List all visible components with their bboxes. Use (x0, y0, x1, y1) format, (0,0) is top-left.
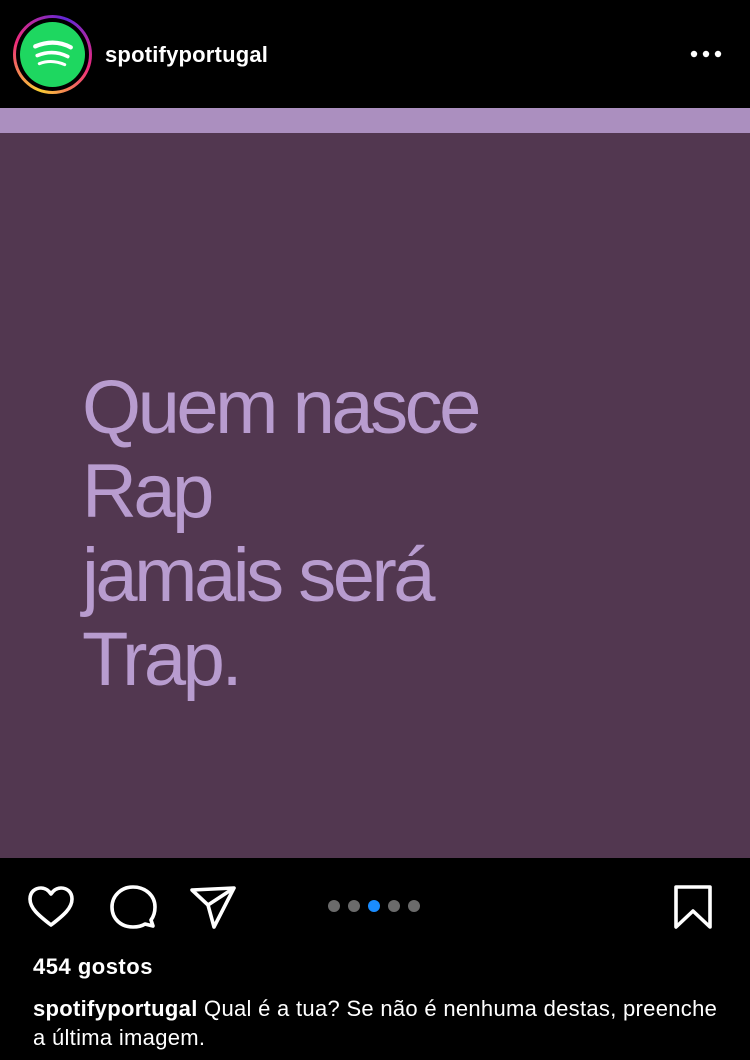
more-options-icon[interactable] (688, 42, 724, 66)
avatar[interactable] (13, 15, 92, 94)
bookmark-icon[interactable] (668, 882, 718, 932)
carousel-dot-active (368, 900, 380, 912)
post-text-line: Quem nasce (82, 365, 481, 450)
likes-count[interactable]: 454 gostos (33, 954, 153, 980)
post-image[interactable]: Quem nasce Rap jamais será Trap. (0, 108, 750, 858)
header-username[interactable]: spotifyportugal (105, 42, 268, 68)
carousel-dot (408, 900, 420, 912)
carousel-dot (328, 900, 340, 912)
spotify-logo-icon (20, 22, 85, 87)
carousel-dot (348, 900, 360, 912)
post-text: Quem nasce Rap jamais será Trap. (82, 366, 702, 702)
comment-icon[interactable] (108, 882, 158, 932)
send-icon[interactable] (188, 882, 238, 932)
post-actions (0, 858, 750, 954)
caption: spotifyportugal Qual é a tua? Se não é n… (33, 994, 733, 1052)
carousel-dot (388, 900, 400, 912)
caption-username[interactable]: spotifyportugal (33, 996, 198, 1021)
post-top-strip (0, 108, 750, 133)
post-header: spotifyportugal (0, 0, 750, 108)
post-text-line: Rap (82, 449, 214, 534)
post-text-line: Trap. (82, 617, 243, 702)
post-text-line: jamais será (82, 533, 436, 618)
heart-icon[interactable] (26, 882, 76, 932)
